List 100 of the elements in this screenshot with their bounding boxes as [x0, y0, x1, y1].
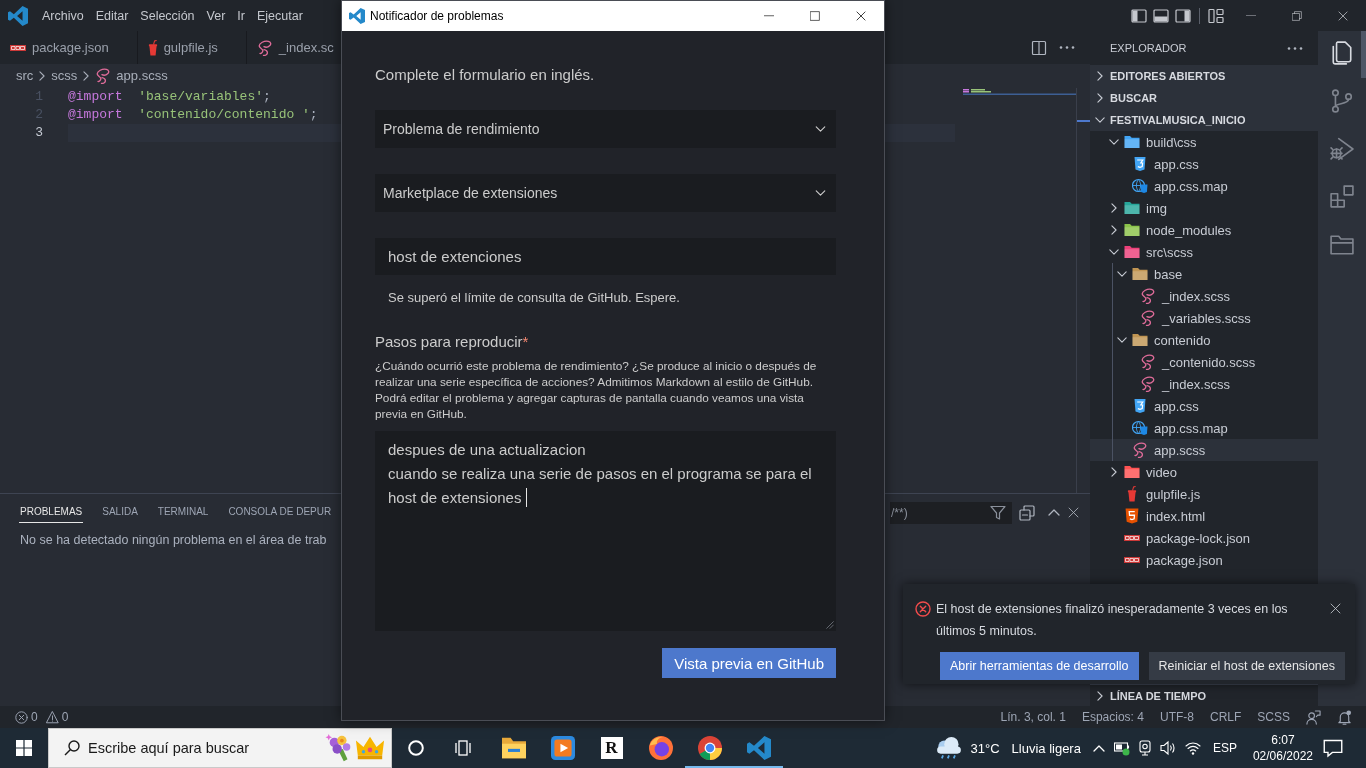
title-input[interactable]: host de extenciones — [375, 238, 836, 275]
language-indicator[interactable]: ESP — [1212, 741, 1237, 755]
section-header[interactable]: BUSCAR — [1090, 87, 1318, 109]
rain-cloud-icon[interactable] — [936, 737, 961, 759]
tree-item[interactable]: _variables.scss — [1090, 307, 1318, 329]
notification-button[interactable]: Reiniciar el host de extensiones — [1148, 652, 1345, 680]
panel-tab[interactable]: SALIDA — [101, 502, 139, 523]
notification-icon[interactable] — [1323, 738, 1343, 758]
chevron-icon[interactable] — [1097, 93, 1103, 103]
split-editor-icon[interactable] — [1031, 39, 1047, 56]
circle-icon[interactable] — [408, 740, 424, 756]
chevron-icon[interactable] — [1117, 337, 1127, 343]
tree-item[interactable]: img — [1090, 197, 1318, 219]
customize-layout-icon[interactable] — [1208, 7, 1224, 24]
tree-item[interactable]: base — [1090, 263, 1318, 285]
menu-item[interactable]: Ejecutar — [250, 8, 309, 23]
tree-item[interactable]: package-lock.json — [1090, 527, 1318, 549]
panel-tab[interactable]: CONSOLA DE DEPUR — [227, 502, 333, 523]
run-debug-icon[interactable] — [1330, 137, 1354, 161]
menu-item[interactable]: Ir — [231, 8, 251, 23]
close-icon[interactable] — [1068, 507, 1079, 518]
volume-icon[interactable] — [1159, 740, 1176, 756]
chevron-icon[interactable] — [1097, 71, 1103, 81]
tree-item[interactable]: app.css.map — [1090, 417, 1318, 439]
section-header[interactable]: EDITORES ABIERTOS — [1090, 65, 1318, 87]
folder-icon[interactable] — [1330, 233, 1354, 257]
problems-status-button[interactable]: 0 0 — [15, 710, 69, 724]
status-item[interactable]: Lín. 3, col. 1 — [1000, 710, 1066, 724]
chevron-icon[interactable] — [1111, 467, 1117, 477]
tree-item[interactable]: app.css — [1090, 395, 1318, 417]
tree-item[interactable]: app.css.map — [1090, 175, 1318, 197]
tree-item[interactable]: build\css — [1090, 131, 1318, 153]
chevron-icon[interactable] — [1109, 249, 1119, 255]
editor-tab[interactable]: package.json — [0, 31, 138, 64]
status-item[interactable]: UTF-8 — [1159, 710, 1194, 724]
wifi-icon[interactable] — [1184, 740, 1201, 756]
breadcrumb-item[interactable]: src — [16, 68, 34, 83]
clock-date[interactable]: 02/06/2022 — [1252, 748, 1313, 764]
minimap-drawing[interactable] — [963, 89, 1076, 95]
dropdown[interactable]: Problema de rendimiento — [375, 110, 836, 148]
chevron-up-icon[interactable] — [1048, 509, 1060, 516]
dropdown[interactable]: Marketplace de extensiones — [375, 174, 836, 212]
status-item[interactable]: CRLF — [1209, 710, 1242, 724]
more-icon[interactable] — [1059, 46, 1075, 49]
panel-tab[interactable]: TERMINAL — [156, 502, 210, 523]
status-item[interactable]: Espacios: 4 — [1081, 710, 1144, 724]
tree-item[interactable]: contenido — [1090, 329, 1318, 351]
extensions-icon[interactable] — [1330, 185, 1354, 209]
chevron-icon[interactable] — [1097, 690, 1103, 701]
chevron-icon[interactable] — [1109, 139, 1119, 145]
chevron-icon[interactable] — [1117, 271, 1127, 277]
breadcrumb-item[interactable]: scss — [51, 68, 78, 83]
menu-item[interactable]: Editar — [89, 8, 135, 23]
status-item[interactable]: SCSS — [1257, 710, 1290, 724]
task-view-icon[interactable] — [455, 740, 471, 756]
filter-field[interactable]: /**) — [890, 501, 1012, 524]
temperature-text[interactable]: 31°C — [970, 740, 1000, 756]
search-field[interactable]: Escribe aquí para buscar — [48, 728, 392, 768]
toggle-panel-icon[interactable] — [1153, 7, 1169, 24]
files-icon[interactable] — [1330, 41, 1354, 65]
tree-item[interactable]: _index.scss — [1090, 373, 1318, 395]
weather-condition-text[interactable]: Lluvia ligera — [1011, 740, 1081, 756]
notification-button[interactable]: Abrir herramientas de desarrollo — [939, 652, 1139, 680]
panel-tab[interactable]: PROBLEMAS — [19, 502, 84, 523]
section-header[interactable]: FESTIVALMUSICA_INICIO — [1090, 109, 1318, 131]
tree-item[interactable]: package.json — [1090, 549, 1318, 571]
collapse-all-icon[interactable] — [1019, 504, 1035, 521]
tree-item[interactable]: _contenido.scss — [1090, 351, 1318, 373]
chevron-icon[interactable] — [1111, 225, 1117, 235]
breadcrumb-item[interactable]: app.scss — [95, 67, 168, 84]
webcam-icon[interactable] — [1136, 740, 1153, 756]
taskbar-app[interactable]: R — [587, 728, 636, 768]
chevron-icon[interactable] — [1111, 203, 1117, 213]
tree-item[interactable]: video — [1090, 461, 1318, 483]
toggle-sidebar-icon[interactable] — [1131, 7, 1147, 24]
clock-time[interactable]: 6:07 — [1271, 732, 1295, 748]
tree-item[interactable]: src\scss — [1090, 241, 1318, 263]
source-control-icon[interactable] — [1330, 89, 1354, 113]
tree-item[interactable]: app.scss — [1090, 439, 1318, 461]
maximize-icon[interactable] — [810, 11, 820, 21]
tree-item[interactable]: node_modules — [1090, 219, 1318, 241]
toggle-secondary-sidebar-icon[interactable] — [1175, 7, 1191, 24]
resize-grip-icon[interactable] — [826, 621, 834, 629]
bell-icon[interactable] — [1337, 709, 1352, 725]
tree-item[interactable]: app.css — [1090, 153, 1318, 175]
restore-icon[interactable] — [1292, 10, 1302, 21]
steps-textarea[interactable]: despues de una actualizacion cuando se realiza una serie de pasos en el programa se para el host de extensiones — [375, 431, 836, 631]
filter-icon[interactable] — [990, 504, 1006, 521]
battery-icon[interactable] — [1113, 740, 1130, 756]
feedback-icon[interactable] — [1306, 709, 1321, 725]
tree-item[interactable]: index.html — [1090, 505, 1318, 527]
close-icon[interactable] — [856, 11, 866, 21]
preview-button[interactable]: Vista previa en GitHub — [662, 648, 836, 678]
chevron-icon[interactable] — [1095, 117, 1105, 123]
tree-item[interactable]: _index.scss — [1090, 285, 1318, 307]
menu-item[interactable]: Ver — [200, 8, 232, 23]
more-icon[interactable] — [1287, 46, 1303, 50]
menu-item[interactable]: Archivo — [36, 8, 90, 23]
scrollbar-thumb[interactable] — [1361, 31, 1366, 78]
editor-tab[interactable]: gulpfile.js — [137, 31, 247, 64]
